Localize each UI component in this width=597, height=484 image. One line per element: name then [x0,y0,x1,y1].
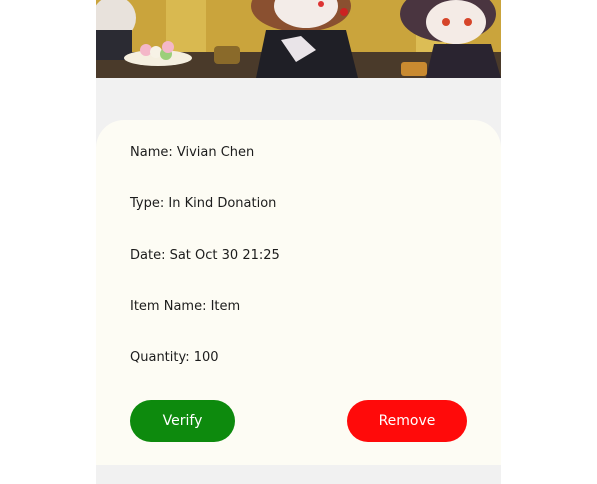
remove-button[interactable]: Remove [347,400,467,442]
item-name: Item Name: Item [130,299,241,314]
verify-button[interactable]: Verify [130,400,235,442]
donation-detail-screen: Name: Vivian Chen Type: In Kind Donation… [96,0,501,484]
item-quantity: Quantity: 100 [130,350,219,365]
chibi-illustration [96,0,501,78]
header-banner-image [96,0,501,78]
donor-name: Name: Vivian Chen [130,145,255,160]
bottom-spacer [96,465,501,484]
donation-type: Type: In Kind Donation [130,196,277,211]
donation-detail-card: Name: Vivian Chen Type: In Kind Donation… [96,120,501,465]
donation-date: Date: Sat Oct 30 21:25 [130,248,280,263]
